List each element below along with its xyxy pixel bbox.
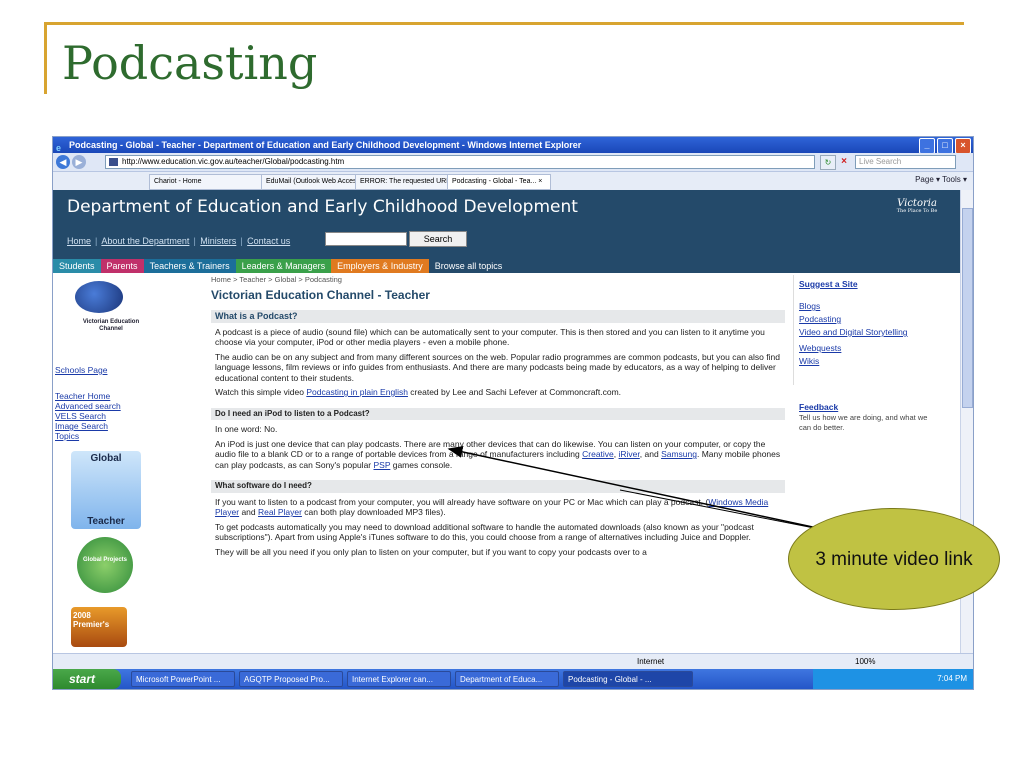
link-suggest-site[interactable]: Suggest a Site bbox=[799, 279, 939, 289]
zoom-level[interactable]: 100% bbox=[855, 654, 875, 670]
site-search-button[interactable]: Search bbox=[409, 231, 467, 247]
link-image-search[interactable]: Image Search bbox=[55, 421, 108, 431]
task-department[interactable]: Department of Educa... bbox=[455, 671, 559, 687]
status-bar: Internet 100% bbox=[53, 653, 973, 670]
link-iriver[interactable]: iRiver bbox=[619, 449, 640, 459]
link-about[interactable]: About the Department bbox=[101, 236, 189, 246]
paragraph: If you want to listen to a podcast from … bbox=[215, 496, 769, 518]
nav-leaders[interactable]: Leaders & Managers bbox=[235, 259, 332, 273]
slide-title: Podcasting bbox=[62, 36, 318, 90]
link-teacher-home[interactable]: Teacher Home bbox=[55, 391, 110, 401]
paragraph: In one word: No. bbox=[215, 424, 278, 434]
stop-button[interactable]: × bbox=[838, 155, 850, 168]
link-podcasting[interactable]: Podcasting bbox=[799, 314, 939, 324]
task-podcasting[interactable]: Podcasting - Global - ... bbox=[563, 671, 693, 687]
window-title: Podcasting - Global - Teacher - Departme… bbox=[69, 140, 582, 150]
link-topics[interactable]: Topics bbox=[55, 431, 79, 441]
scrollbar-thumb[interactable] bbox=[962, 208, 973, 408]
paragraph: An iPod is just one device that can play… bbox=[215, 438, 781, 470]
task-powerpoint[interactable]: Microsoft PowerPoint ... bbox=[131, 671, 235, 687]
nav-browse[interactable]: Browse all topics bbox=[428, 259, 509, 273]
paragraph: The audio can be on any subject and from… bbox=[215, 351, 780, 383]
forward-button[interactable]: ▶ bbox=[72, 155, 86, 169]
link-blogs[interactable]: Blogs bbox=[799, 301, 939, 311]
link-advanced-search[interactable]: Advanced search bbox=[55, 401, 121, 411]
system-tray: 7:04 PM bbox=[813, 669, 973, 689]
link-real-player[interactable]: Real Player bbox=[258, 507, 302, 517]
site-banner: Department of Education and Early Childh… bbox=[53, 190, 961, 259]
site-search-input[interactable] bbox=[325, 232, 407, 246]
paragraph: To get podcasts automatically you may ne… bbox=[215, 521, 754, 543]
windows-taskbar: start Microsoft PowerPoint ... AGQTP Pro… bbox=[53, 669, 973, 689]
link-ministers[interactable]: Ministers bbox=[200, 236, 236, 246]
paragraph: Watch this simple video Podcasting in pl… bbox=[215, 387, 622, 397]
link-podcasting-plain-english[interactable]: Podcasting in plain English bbox=[306, 387, 408, 397]
right-column: Suggest a Site Blogs Podcasting Video an… bbox=[799, 275, 939, 432]
callout-bubble: 3 minute video link bbox=[788, 508, 1000, 610]
breadcrumb: Home > Teacher > Global > Podcasting bbox=[211, 275, 342, 284]
refresh-button[interactable]: ↻ bbox=[820, 155, 836, 170]
nav-students[interactable]: Students bbox=[53, 259, 101, 273]
maximize-icon[interactable]: □ bbox=[937, 138, 953, 154]
left-column: Victorian Education Channel Schools Page… bbox=[53, 275, 197, 653]
clock: 7:04 PM bbox=[937, 674, 967, 683]
back-button[interactable]: ◀ bbox=[56, 155, 70, 169]
slide-accent-horizontal bbox=[44, 22, 964, 25]
close-icon[interactable]: × bbox=[955, 138, 971, 154]
premiers-award-badge[interactable]: 2008 Premier's bbox=[71, 607, 127, 647]
slide-accent-vertical bbox=[44, 22, 47, 94]
favicon-icon bbox=[109, 158, 118, 166]
link-vels-search[interactable]: VELS Search bbox=[55, 411, 106, 421]
nav-employers[interactable]: Employers & Industry bbox=[331, 259, 429, 273]
link-feedback[interactable]: Feedback bbox=[799, 402, 939, 412]
browser-screenshot: e Podcasting - Global - Teacher - Depart… bbox=[52, 136, 974, 690]
task-ie-error[interactable]: Internet Explorer can... bbox=[347, 671, 451, 687]
global-projects-badge[interactable]: Global Projects bbox=[77, 537, 133, 593]
link-video-storytelling[interactable]: Video and Digital Storytelling bbox=[799, 327, 939, 337]
section-ipod: Do I need an iPod to listen to a Podcast… bbox=[211, 407, 785, 420]
section-software: What software do I need? bbox=[211, 480, 785, 493]
link-samsung[interactable]: Samsung bbox=[661, 449, 697, 459]
right-column-divider bbox=[793, 275, 794, 385]
paragraph: A podcast is a piece of audio (sound fil… bbox=[215, 326, 765, 348]
nav-teachers[interactable]: Teachers & Trainers bbox=[143, 259, 236, 273]
nav-parents[interactable]: Parents bbox=[100, 259, 144, 273]
top-links: Home | About the Department | Ministers | C… bbox=[67, 236, 291, 246]
window-titlebar: e Podcasting - Global - Teacher - Depart… bbox=[53, 137, 973, 154]
live-search-input[interactable]: Live Search bbox=[855, 155, 956, 169]
link-wikis[interactable]: Wikis bbox=[799, 356, 939, 366]
link-creative[interactable]: Creative bbox=[582, 449, 614, 459]
tab-bar: Chariot - Home EduMail (Outlook Web Acce… bbox=[53, 172, 973, 191]
link-home[interactable]: Home bbox=[67, 236, 91, 246]
page-heading: Victorian Education Channel - Teacher bbox=[211, 287, 430, 302]
tab-podcasting[interactable]: Podcasting - Global - Tea... × bbox=[447, 174, 551, 190]
tab-edumail[interactable]: EduMail (Outlook Web Access) bbox=[261, 174, 357, 190]
main-content: Home > Teacher > Global > Podcasting Vic… bbox=[211, 275, 785, 557]
address-text: http://www.education.vic.gov.au/teacher/… bbox=[122, 157, 345, 166]
global-teacher-badge[interactable]: Global Teacher bbox=[71, 451, 141, 529]
security-zone: Internet bbox=[637, 657, 665, 666]
address-input[interactable]: http://www.education.vic.gov.au/teacher/… bbox=[105, 155, 815, 169]
command-bar[interactable]: Page ▾ Tools ▾ bbox=[915, 175, 967, 184]
minimize-icon[interactable]: _ bbox=[919, 138, 935, 154]
start-button[interactable]: start bbox=[53, 669, 121, 689]
site-title: Department of Education and Early Childh… bbox=[67, 197, 578, 217]
link-schools-page[interactable]: Schools Page bbox=[55, 365, 107, 375]
link-contact[interactable]: Contact us bbox=[247, 236, 290, 246]
paragraph: They will be all you need if you only pl… bbox=[215, 546, 647, 557]
tab-error[interactable]: ERROR: The requested URL ... bbox=[355, 174, 449, 190]
task-agqtp[interactable]: AGQTP Proposed Pro... bbox=[239, 671, 343, 687]
victoria-logo[interactable]: Victoria The Place To Be bbox=[895, 198, 939, 224]
section-what-is-podcast: What is a Podcast? bbox=[211, 310, 785, 323]
feedback-description: Tell us how we are doing, and what we ca… bbox=[799, 413, 928, 432]
education-channel-logo[interactable]: Victorian Education Channel bbox=[61, 279, 139, 339]
address-bar-row: ◀ ▶ http://www.education.vic.gov.au/teac… bbox=[53, 153, 973, 172]
link-webquests[interactable]: Webquests bbox=[799, 343, 939, 353]
site-nav: Students Parents Teachers & Trainers Lea… bbox=[53, 259, 961, 273]
link-psp[interactable]: PSP bbox=[374, 460, 391, 470]
